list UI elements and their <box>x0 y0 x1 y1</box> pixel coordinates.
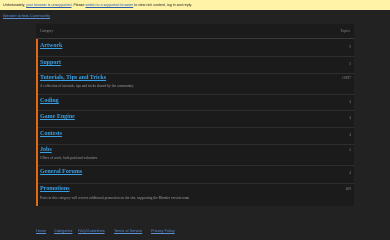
category-row-support[interactable]: Support 5 <box>36 56 354 74</box>
category-color-bar <box>36 73 38 94</box>
footer-link-terms[interactable]: Terms of Service <box>114 229 142 233</box>
category-description: Offers of work, both paid and volunteer. <box>40 156 98 160</box>
topic-count: 4 <box>349 171 351 175</box>
category-link-contests[interactable]: Contests <box>40 131 62 137</box>
banner-text-3: to view rich content, log in and reply. <box>134 3 193 8</box>
category-link-general-forums[interactable]: General Forums <box>40 169 82 175</box>
footer-link-privacy[interactable]: Privacy Policy <box>151 229 175 233</box>
category-color-bar <box>36 39 38 56</box>
category-row-promotions[interactable]: Promotions Posts in this category will r… <box>36 183 354 206</box>
unsupported-browser-link[interactable]: your browser is unsupported <box>26 3 71 7</box>
category-color-bar <box>36 110 38 127</box>
category-row-tutorials[interactable]: Tutorials, Tips and Tricks A collection … <box>36 73 354 95</box>
category-column-header: Category <box>40 29 54 33</box>
category-color-bar <box>36 56 38 73</box>
topics-column-header: Topics <box>340 29 350 33</box>
footer-link-faq[interactable]: FAQ/Guidelines <box>78 229 105 233</box>
topic-count: 2 <box>349 148 351 152</box>
category-color-bar <box>36 127 38 144</box>
topic-count: 5 <box>349 62 351 66</box>
category-color-bar <box>36 144 38 165</box>
table-header: Category Topics <box>36 24 354 39</box>
category-link-coding[interactable]: Coding <box>40 98 59 104</box>
category-description: Posts in this category will receive addi… <box>40 196 190 200</box>
site-home-link[interactable]: Blender Artists Community <box>3 13 50 18</box>
category-link-jobs[interactable]: Jobs <box>40 147 52 153</box>
category-row-jobs[interactable]: Jobs Offers of work, both paid and volun… <box>36 144 354 166</box>
category-description: A collection of tutorials, tips and tric… <box>40 84 134 88</box>
category-link-artwork[interactable]: Artwork <box>40 43 62 49</box>
topic-count: 209 <box>345 187 351 191</box>
category-link-tutorials[interactable]: Tutorials, Tips and Tricks <box>40 75 106 81</box>
category-row-game-engine[interactable]: Game Engine 4 <box>36 110 354 128</box>
supported-browser-link[interactable]: switch to a supported browser <box>85 3 133 7</box>
topic-count: 5 <box>349 45 351 49</box>
category-link-game-engine[interactable]: Game Engine <box>40 114 75 120</box>
category-link-promotions[interactable]: Promotions <box>40 186 70 192</box>
topic-count: 4 <box>349 116 351 120</box>
topic-count: 10187 <box>342 76 351 80</box>
category-row-coding[interactable]: Coding 4 <box>36 94 354 111</box>
category-row-artwork[interactable]: Artwork 5 <box>36 39 354 57</box>
unsupported-browser-banner: Unfortunately, your browser is unsupport… <box>0 0 390 10</box>
footer-nav: Home Categories FAQ/Guidelines Terms of … <box>36 229 336 235</box>
banner-text-1: Unfortunately, <box>3 3 26 8</box>
category-color-bar <box>36 183 38 206</box>
category-link-support[interactable]: Support <box>40 60 61 66</box>
topic-count: 4 <box>349 133 351 137</box>
category-row-general-forums[interactable]: General Forums 4 <box>36 165 354 184</box>
category-color-bar <box>36 94 38 110</box>
topic-count: 4 <box>349 100 351 104</box>
category-table: Category Topics Artwork 5 Support 5 Tuto… <box>36 24 354 206</box>
banner-text-2: . Please <box>71 3 85 8</box>
footer-link-home[interactable]: Home <box>36 229 46 233</box>
category-color-bar <box>36 165 38 183</box>
footer-link-categories[interactable]: Categories <box>54 229 72 233</box>
category-row-contests[interactable]: Contests 4 <box>36 127 354 145</box>
